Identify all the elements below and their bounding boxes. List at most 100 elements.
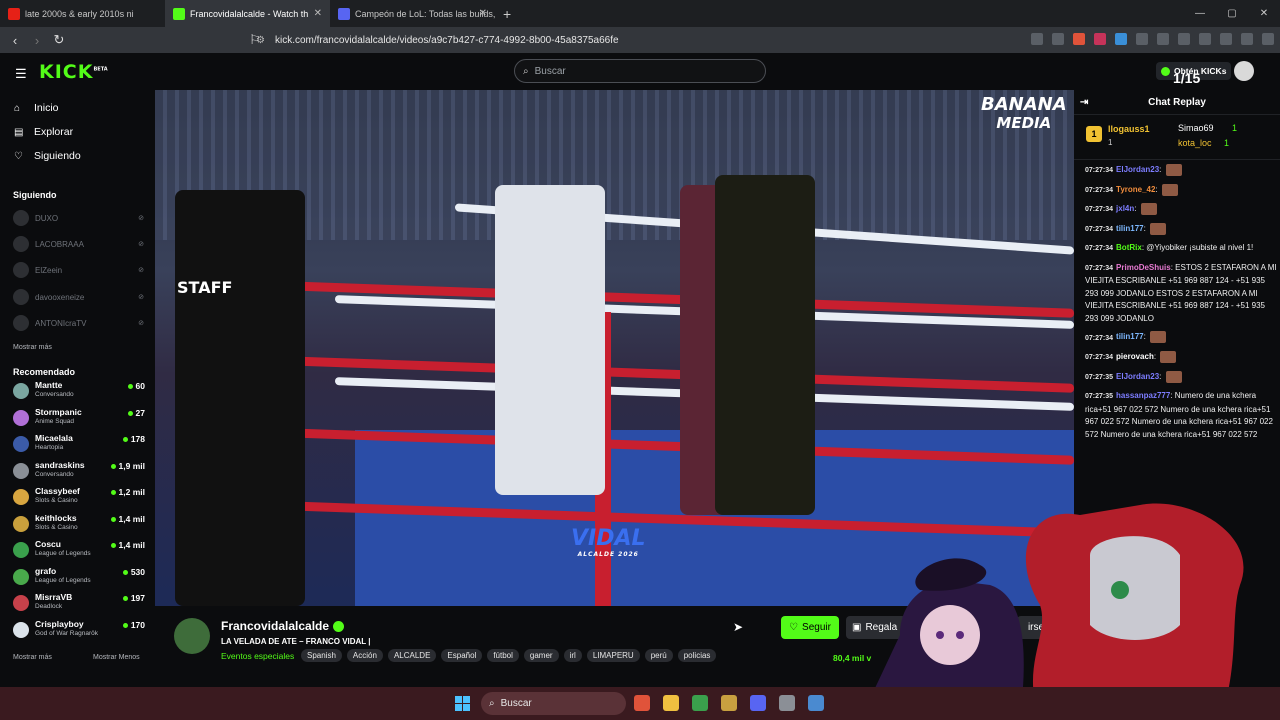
search-input[interactable]: ⌕ Buscar bbox=[514, 59, 766, 83]
sidebar-item-explorar[interactable]: ▤ Explorar bbox=[14, 126, 73, 138]
chat-timestamp: 07:27:34 bbox=[1085, 206, 1114, 214]
recommended-channel[interactable]: MisrraVB Deadlock 197 bbox=[13, 592, 148, 618]
show-less-recommended[interactable]: Mostrar Menos bbox=[93, 654, 140, 661]
avatar bbox=[13, 515, 29, 532]
recommended-channel[interactable]: Coscu League of Legends 1,4 mil bbox=[13, 539, 148, 565]
recommended-channel[interactable]: Crisplayboy God of War Ragnarök 170 bbox=[13, 619, 148, 645]
back-icon[interactable]: ‹ bbox=[4, 33, 26, 48]
show-more-recommended[interactable]: Mostrar más bbox=[13, 654, 52, 661]
chat-username[interactable]: hassanpaz777 bbox=[1116, 391, 1170, 400]
top-gifter-name[interactable]: llogauss1 bbox=[1108, 124, 1150, 134]
browser-tab-3[interactable]: Campeón de LoL: Todas las builds, tie ✕ bbox=[330, 0, 495, 27]
recommended-channel[interactable]: Classybeef Slots & Casino 1,2 mil bbox=[13, 486, 148, 512]
tag-chip[interactable]: gamer bbox=[523, 649, 559, 662]
browser-tab-2[interactable]: Francovidalalcalde - Watch th ✕ bbox=[165, 0, 330, 27]
extension-icon[interactable] bbox=[1115, 33, 1127, 45]
chat-username[interactable]: Tyrone_42 bbox=[1116, 185, 1155, 194]
brave-shield-icon[interactable] bbox=[1073, 33, 1085, 45]
close-tab-icon[interactable]: ✕ bbox=[479, 8, 487, 19]
show-more-following[interactable]: Mostrar más bbox=[13, 344, 52, 351]
viewer-count: 197 bbox=[122, 593, 145, 603]
close-tab-icon[interactable]: ✕ bbox=[314, 8, 322, 19]
url-field[interactable]: ⚙ kick.com/francovidalalcalde/videos/a9c… bbox=[244, 30, 994, 50]
tag-chip[interactable]: Acción bbox=[346, 649, 383, 662]
extension-icon[interactable] bbox=[1178, 33, 1190, 45]
tag-chip[interactable]: irl bbox=[563, 649, 582, 662]
wallet-icon[interactable] bbox=[1220, 33, 1232, 45]
staff-text: STAFF bbox=[177, 278, 233, 297]
extension-icon[interactable] bbox=[1199, 33, 1211, 45]
channel-avatar[interactable] bbox=[174, 618, 210, 654]
forward-icon[interactable]: › bbox=[26, 33, 48, 48]
channel-name[interactable]: Francovidalalcalde bbox=[221, 619, 345, 633]
windows-taskbar: ⌕ Buscar bbox=[0, 687, 1280, 720]
extension-icon[interactable] bbox=[1136, 33, 1148, 45]
kick-header: ☰ KICKBETA ⌕ Buscar Obtén KICKs 1/15 bbox=[0, 53, 1280, 90]
chat-username[interactable]: PrimoDeShuis bbox=[1116, 263, 1171, 272]
tag-chip[interactable]: fútbol bbox=[487, 649, 519, 662]
hamburger-menu-icon[interactable]: ☰ bbox=[15, 66, 27, 82]
new-tab-icon[interactable]: + bbox=[503, 6, 511, 22]
sidebar-item-inicio[interactable]: ⌂ Inicio bbox=[14, 102, 59, 114]
browser-tab-1[interactable]: late 2000s & early 2010s ni bbox=[0, 0, 165, 27]
search-icon: ⌕ bbox=[523, 65, 529, 77]
settings-icon[interactable] bbox=[808, 695, 824, 711]
tag-chip[interactable]: Spanish bbox=[301, 649, 342, 662]
chat-username[interactable]: ElJordan23 bbox=[1116, 165, 1159, 174]
reload-icon[interactable]: ↻ bbox=[48, 32, 70, 48]
extension-icon[interactable] bbox=[1157, 33, 1169, 45]
following-name: DUXO bbox=[35, 213, 59, 223]
tag-chip[interactable]: LIMAPERU bbox=[586, 649, 640, 662]
gifter-name[interactable]: kota_loc bbox=[1178, 138, 1212, 148]
following-item[interactable]: ElZeein ⊘ bbox=[13, 260, 148, 280]
taskbar-search[interactable]: ⌕ Buscar bbox=[481, 692, 626, 715]
chat-username[interactable]: ElJordan23 bbox=[1116, 372, 1159, 381]
zoom-icon[interactable] bbox=[1031, 33, 1043, 45]
following-item[interactable]: DUXO ⊘ bbox=[13, 208, 148, 228]
site-settings-icon[interactable]: ⚙ bbox=[256, 35, 265, 46]
stream-category[interactable]: Eventos especiales bbox=[221, 651, 294, 661]
avatar bbox=[13, 262, 29, 278]
kick-logo[interactable]: KICKBETA bbox=[39, 61, 108, 83]
share-icon[interactable] bbox=[1052, 33, 1064, 45]
tag-chip[interactable]: ALCALDE bbox=[387, 649, 437, 662]
user-avatar[interactable] bbox=[1234, 61, 1254, 81]
following-item[interactable]: LACOBRAAA ⊘ bbox=[13, 234, 148, 254]
sidebar-item-siguiendo[interactable]: ♡ Siguiendo bbox=[14, 150, 81, 162]
live-dot-icon bbox=[110, 463, 116, 469]
collapse-chat-icon[interactable]: ⇥ bbox=[1080, 97, 1088, 108]
tag-chip[interactable]: Español bbox=[441, 649, 483, 662]
discord-icon[interactable] bbox=[750, 695, 766, 711]
windows-start-icon[interactable] bbox=[455, 696, 470, 711]
following-item[interactable]: ANTONIcraTV ⊘ bbox=[13, 313, 148, 333]
close-window-icon[interactable]: ✕ bbox=[1248, 8, 1280, 19]
recommended-channel[interactable]: Stormpanic Anime Squad 27 bbox=[13, 407, 148, 433]
viewer-count: 1,2 mil bbox=[110, 487, 145, 497]
brave-browser-icon[interactable] bbox=[634, 695, 650, 711]
chat-username[interactable]: pierovach bbox=[1116, 352, 1154, 361]
chat-username[interactable]: BotRix bbox=[1116, 243, 1142, 252]
rewards-icon[interactable] bbox=[1094, 33, 1106, 45]
following-item[interactable]: davooxeneize ⊘ bbox=[13, 287, 148, 307]
file-explorer-icon[interactable] bbox=[663, 695, 679, 711]
chat-username[interactable]: jxl4n bbox=[1116, 204, 1134, 213]
chat-username[interactable]: tilin177 bbox=[1116, 333, 1144, 342]
chat-username[interactable]: tilin177 bbox=[1116, 224, 1144, 233]
app-icon[interactable] bbox=[721, 695, 737, 711]
maximize-icon[interactable]: ▢ bbox=[1216, 8, 1248, 19]
music-icon[interactable] bbox=[1241, 33, 1253, 45]
recommended-channel[interactable]: grafo League of Legends 530 bbox=[13, 566, 148, 592]
tag-chip[interactable]: perú bbox=[644, 649, 673, 662]
app-icon[interactable] bbox=[692, 695, 708, 711]
recommended-channel[interactable]: Micaelala Heartopia 178 bbox=[13, 433, 148, 459]
menu-icon[interactable] bbox=[1262, 33, 1274, 45]
tag-chip[interactable]: policias bbox=[677, 649, 717, 662]
recommended-channel[interactable]: Mantte Conversando 60 bbox=[13, 380, 148, 406]
follow-button[interactable]: ♡ Seguir bbox=[781, 616, 839, 639]
gifter-name[interactable]: Simao69 bbox=[1178, 123, 1214, 133]
recommended-channel[interactable]: sandraskins Conversando 1,9 mil bbox=[13, 460, 148, 486]
recommended-channel[interactable]: keithlocks Slots & Casino 1,4 mil bbox=[13, 513, 148, 539]
boxer-blue bbox=[715, 175, 815, 515]
steam-icon[interactable] bbox=[779, 695, 795, 711]
minimize-icon[interactable]: — bbox=[1184, 8, 1216, 19]
